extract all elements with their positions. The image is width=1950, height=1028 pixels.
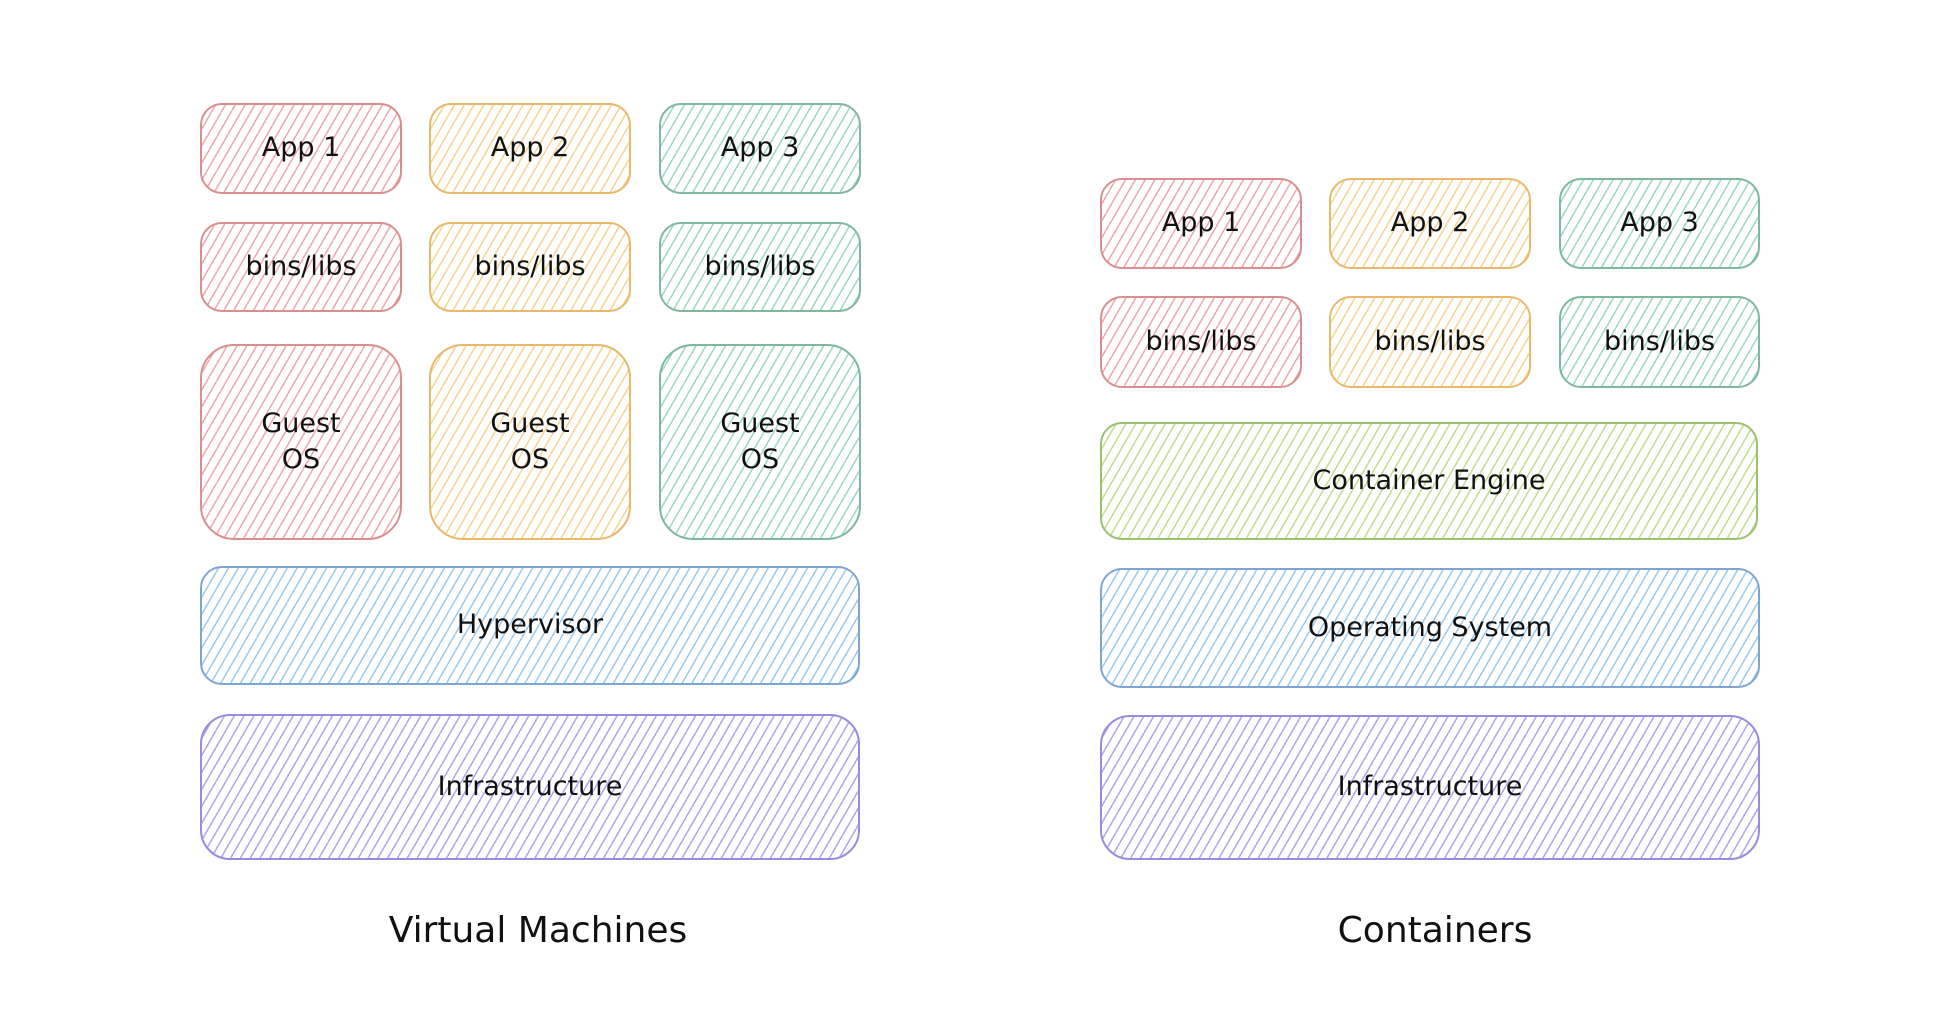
ct-operating-system: Operating System bbox=[1100, 568, 1760, 688]
vm-libs-1: bins/libs bbox=[200, 222, 402, 312]
label: Operating System bbox=[1307, 611, 1553, 643]
label: Guest OS bbox=[720, 407, 800, 475]
label: Container Engine bbox=[1312, 464, 1546, 496]
label: bins/libs bbox=[245, 250, 357, 282]
vm-title: Virtual Machines bbox=[388, 910, 688, 951]
vm-app-2: App 2 bbox=[429, 103, 631, 194]
vm-app-1: App 1 bbox=[200, 103, 402, 194]
vm-infrastructure: Infrastructure bbox=[200, 714, 860, 860]
label: Hypervisor bbox=[456, 609, 604, 641]
label: bins/libs bbox=[1374, 325, 1486, 357]
ct-libs-3: bins/libs bbox=[1559, 296, 1760, 388]
vm-guest-os-2: Guest OS bbox=[429, 344, 631, 540]
ct-container-engine: Container Engine bbox=[1100, 422, 1758, 540]
label: Guest OS bbox=[261, 407, 341, 475]
label: Infrastructure bbox=[437, 770, 623, 802]
ct-libs-1: bins/libs bbox=[1100, 296, 1302, 388]
ct-app-3: App 3 bbox=[1559, 178, 1760, 269]
ct-libs-2: bins/libs bbox=[1329, 296, 1531, 388]
ct-infrastructure: Infrastructure bbox=[1100, 715, 1760, 860]
vm-app-3: App 3 bbox=[659, 103, 861, 194]
vm-guest-os-1: Guest OS bbox=[200, 344, 402, 540]
vm-guest-os-3: Guest OS bbox=[659, 344, 861, 540]
label: App 1 bbox=[1161, 207, 1241, 239]
label: bins/libs bbox=[1603, 325, 1716, 357]
label: App 1 bbox=[261, 132, 341, 164]
label: App 2 bbox=[490, 132, 570, 164]
label: bins/libs bbox=[474, 250, 586, 282]
label: Guest OS bbox=[490, 407, 570, 475]
label: App 2 bbox=[1390, 207, 1470, 239]
vm-hypervisor: Hypervisor bbox=[200, 566, 860, 685]
label: Infrastructure bbox=[1337, 771, 1523, 803]
label: App 3 bbox=[720, 132, 800, 164]
label: bins/libs bbox=[1145, 325, 1257, 357]
ct-app-1: App 1 bbox=[1100, 178, 1302, 269]
label: App 3 bbox=[1620, 207, 1699, 239]
vm-libs-3: bins/libs bbox=[659, 222, 861, 312]
containers-title: Containers bbox=[1337, 910, 1533, 951]
ct-app-2: App 2 bbox=[1329, 178, 1531, 269]
vm-libs-2: bins/libs bbox=[429, 222, 631, 312]
label: bins/libs bbox=[704, 250, 816, 282]
